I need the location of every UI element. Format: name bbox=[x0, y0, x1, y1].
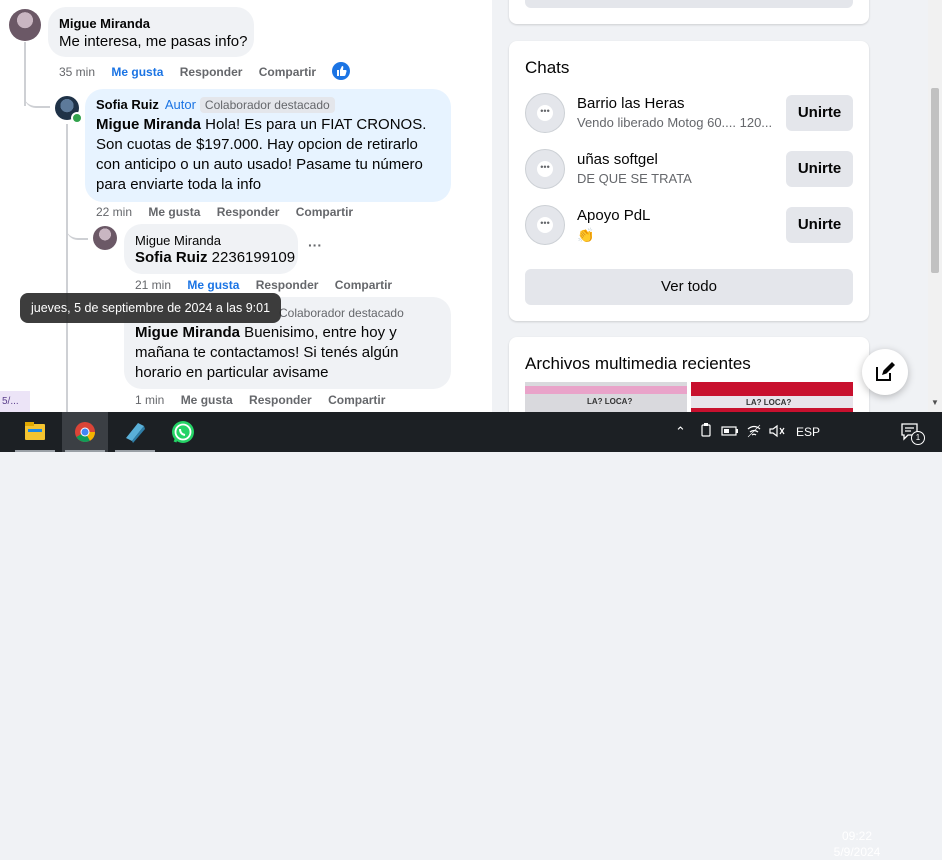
avatar[interactable] bbox=[93, 226, 117, 250]
comment-author[interactable]: Migue Miranda bbox=[135, 233, 221, 248]
chat-subtitle: Vendo liberado Motog 60.... 120... bbox=[577, 115, 773, 130]
clock-date: 5/9/2024 bbox=[833, 845, 881, 859]
taskbar-whatsapp[interactable] bbox=[160, 412, 206, 452]
whatsapp-icon bbox=[172, 421, 194, 443]
join-button[interactable]: Unirte bbox=[786, 207, 853, 243]
folder-icon bbox=[25, 422, 45, 440]
compose-icon bbox=[876, 362, 895, 381]
like-button[interactable]: Me gusta bbox=[148, 205, 200, 219]
show-hidden-icons-icon[interactable]: ⌃ bbox=[675, 424, 686, 440]
comment-actions: 35 min Me gusta Responder Compartir bbox=[59, 65, 329, 79]
mention-link[interactable]: Migue Miranda bbox=[135, 324, 240, 341]
comment-time[interactable]: 35 min bbox=[59, 65, 95, 79]
usb-icon[interactable] bbox=[699, 423, 713, 442]
chat-name[interactable]: Apoyo PdL bbox=[577, 207, 650, 224]
online-status-dot bbox=[71, 112, 83, 124]
share-button[interactable]: Compartir bbox=[335, 278, 392, 292]
comment-time[interactable]: 22 min bbox=[96, 205, 132, 219]
timestamp-tooltip: jueves, 5 de septiembre de 2024 a las 9:… bbox=[20, 293, 282, 323]
comment-text: Sofia Ruiz 2236199109 bbox=[135, 248, 295, 268]
scrollbar-thumb[interactable] bbox=[931, 88, 939, 273]
more-options-button[interactable]: ··· bbox=[308, 237, 322, 253]
taskbar-notes-app[interactable] bbox=[112, 412, 158, 452]
see-all-button[interactable]: Ver todo bbox=[525, 269, 853, 305]
contributor-badge: Colaborador destacado bbox=[279, 306, 404, 320]
wifi-icon[interactable] bbox=[746, 423, 762, 442]
mention-link[interactable]: Sofia Ruiz bbox=[135, 249, 208, 266]
like-button[interactable]: Me gusta bbox=[111, 65, 163, 79]
comment-text: Migue Miranda Buenisimo, entre hoy y mañ… bbox=[135, 323, 435, 383]
taskbar-file-explorer[interactable] bbox=[12, 412, 58, 452]
comment-actions: 22 min Me gusta Responder Compartir bbox=[96, 205, 366, 219]
comment-text: Me interesa, me pasas info? bbox=[59, 33, 248, 50]
comment-author[interactable]: Migue Miranda bbox=[59, 16, 150, 31]
share-button[interactable]: Compartir bbox=[259, 65, 316, 79]
comment-body: 2236199109 bbox=[207, 249, 296, 266]
chats-title: Chats bbox=[525, 58, 570, 77]
comment-text: Migue Miranda Hola! Es para un FIAT CRON… bbox=[96, 115, 436, 195]
chat-bubble-icon: ••• bbox=[525, 93, 565, 133]
chat-subtitle: 👏 bbox=[577, 227, 595, 243]
battery-icon[interactable] bbox=[721, 425, 739, 440]
avatar[interactable] bbox=[9, 9, 41, 41]
join-button[interactable]: Unirte bbox=[786, 151, 853, 187]
chat-bubble-icon: ••• bbox=[525, 205, 565, 245]
notification-count-badge: 1 bbox=[911, 431, 925, 445]
volume-muted-icon[interactable] bbox=[768, 423, 786, 442]
like-button[interactable]: Me gusta bbox=[187, 278, 239, 292]
comments-panel: Migue Miranda Me interesa, me pasas info… bbox=[0, 0, 492, 412]
taskbar-chrome[interactable] bbox=[62, 412, 108, 452]
notepad-icon bbox=[126, 423, 145, 443]
join-button[interactable]: Unirte bbox=[786, 95, 853, 131]
thread-connector bbox=[24, 90, 50, 108]
chats-card: Chats ••• Barrio las Heras Vendo liberad… bbox=[509, 41, 869, 321]
reply-button[interactable]: Responder bbox=[217, 205, 280, 219]
comment-bubble: Migue Miranda Sofia Ruiz 2236199109 bbox=[124, 224, 298, 274]
system-clock[interactable]: 09:22 5/9/2024 bbox=[822, 828, 892, 860]
top-card-button[interactable] bbox=[525, 0, 853, 8]
comment-author[interactable]: Sofia Ruiz bbox=[96, 97, 159, 112]
chat-name[interactable]: Barrio las Heras bbox=[577, 95, 685, 112]
notification-center-icon[interactable]: 1 bbox=[900, 422, 925, 445]
scrollbar[interactable]: ▼ bbox=[928, 0, 942, 412]
like-reaction-icon[interactable] bbox=[332, 62, 350, 80]
thread-line-nested bbox=[66, 124, 68, 412]
side-fragment[interactable]: 5/... bbox=[0, 391, 30, 412]
clock-time: 09:22 bbox=[841, 829, 873, 843]
comment-bubble: Migue Miranda Me interesa, me pasas info… bbox=[48, 7, 254, 57]
contributor-badge: Colaborador destacado bbox=[199, 97, 335, 113]
chat-bubble-icon: ••• bbox=[525, 149, 565, 189]
comment-actions: 1 min Me gusta Responder Compartir bbox=[135, 393, 398, 407]
like-button[interactable]: Me gusta bbox=[181, 393, 233, 407]
comment-actions: 21 min Me gusta Responder Compartir bbox=[135, 278, 405, 292]
top-card bbox=[509, 0, 869, 24]
chat-subtitle: DE QUE SE TRATA bbox=[577, 171, 692, 186]
reply-button[interactable]: Responder bbox=[249, 393, 312, 407]
new-message-button[interactable] bbox=[862, 349, 908, 395]
reply-button[interactable]: Responder bbox=[256, 278, 319, 292]
share-button[interactable]: Compartir bbox=[296, 205, 353, 219]
mention-link[interactable]: Migue Miranda bbox=[96, 116, 201, 133]
reply-button[interactable]: Responder bbox=[180, 65, 243, 79]
comment-bubble: Sofia Ruiz Autor Colaborador destacado Mig… bbox=[85, 89, 451, 202]
thumb-band bbox=[525, 386, 687, 394]
comment-time[interactable]: 21 min bbox=[135, 278, 171, 292]
comment-time[interactable]: 1 min bbox=[135, 393, 164, 407]
scroll-down-arrow-icon[interactable]: ▼ bbox=[931, 398, 939, 407]
thumb-text: LA? LOCA? bbox=[587, 397, 633, 406]
share-button[interactable]: Compartir bbox=[328, 393, 385, 407]
taskbar: ⌃ ESP 09:22 5/9/2024 1 bbox=[0, 412, 942, 859]
chrome-icon bbox=[75, 422, 96, 443]
chat-name[interactable]: uñas softgel bbox=[577, 151, 658, 168]
author-label: Autor bbox=[164, 97, 196, 112]
media-title: Archivos multimedia recientes bbox=[525, 354, 751, 373]
input-language[interactable]: ESP bbox=[796, 425, 820, 439]
thread-connector-nested bbox=[66, 222, 88, 240]
thumb-text: LA? LOCA? bbox=[746, 398, 792, 407]
